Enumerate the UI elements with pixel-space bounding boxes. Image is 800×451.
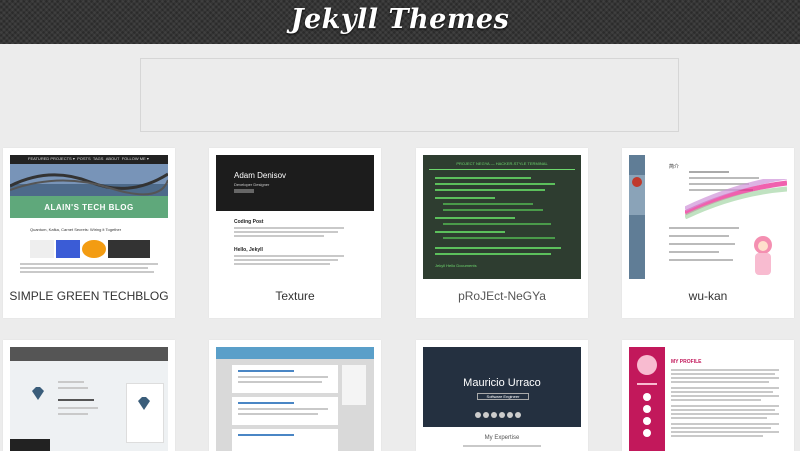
theme-thumbnail[interactable]: Adam Denisov Developer Designer Coding P…	[216, 155, 374, 279]
preview-footer: Jekyll Hello Documents	[435, 263, 477, 268]
theme-card-mauricio-urraco[interactable]: Mauricio Urraco Software Engineer My Exp…	[416, 340, 588, 451]
theme-name[interactable]: wu-kan	[622, 289, 794, 303]
theme-card-simple-green-techblog[interactable]: FEATURED PROJECTS ▾ POSTS TAGS ABOUT FOL…	[3, 148, 175, 318]
theme-card-wu-kan[interactable]: 简介 wu-kan	[622, 148, 794, 318]
preview-section-title: My Expertise	[484, 435, 520, 441]
preview-banner: ALAIN'S TECH BLOG	[10, 196, 168, 218]
preview-post-images	[30, 240, 150, 258]
preview-post-title: Quantum, Kafka, Carnet Secrets: Wiring i…	[30, 227, 122, 232]
preview-section-title: MY PROFILE	[671, 359, 702, 365]
preview-gem-icon	[32, 387, 44, 400]
theme-name[interactable]: pRoJEct-NeGYa	[416, 289, 588, 303]
preview-gem-icon-small	[138, 397, 150, 410]
preview-post-1: Coding Post	[234, 219, 264, 225]
preview-rainbow	[685, 179, 787, 219]
theme-card-5[interactable]	[3, 340, 175, 451]
theme-thumbnail[interactable]: Mauricio Urraco Software Engineer My Exp…	[423, 347, 581, 451]
ad-placeholder	[140, 58, 679, 132]
site-header: Jekyll Themes	[0, 0, 800, 44]
theme-card-texture[interactable]: Adam Denisov Developer Designer Coding P…	[209, 148, 381, 318]
theme-thumbnail[interactable]	[10, 347, 168, 451]
preview-heading: PROJECT NEGYA — HACKER-STYLE TERMINAL	[456, 161, 548, 166]
theme-thumbnail[interactable]: FEATURED PROJECTS ▾ POSTS TAGS ABOUT FOL…	[10, 155, 168, 279]
theme-thumbnail[interactable]: 简介	[629, 155, 787, 279]
theme-card-6[interactable]	[209, 340, 381, 451]
theme-thumbnail[interactable]: PROJECT NEGYA — HACKER-STYLE TERMINAL Je…	[423, 155, 581, 279]
theme-card-8[interactable]: MY PROFILE	[622, 340, 794, 451]
preview-nav-items: FEATURED PROJECTS ▾ POSTS TAGS ABOUT FOL…	[28, 156, 149, 161]
theme-name[interactable]: SIMPLE GREEN TECHBLOG	[3, 289, 175, 303]
preview-role: Software Engineer	[477, 393, 529, 400]
preview-hero: Mauricio Urraco Software Engineer	[423, 347, 581, 427]
preview-hero-image	[10, 164, 168, 196]
preview-post-2: Hello, Jekyll	[234, 247, 263, 253]
preview-author: Adam Denisov	[234, 171, 287, 180]
theme-thumbnail[interactable]: MY PROFILE	[629, 347, 787, 451]
preview-social-icons	[475, 405, 529, 418]
preview-banner-title: ALAIN'S TECH BLOG	[44, 203, 134, 212]
preview-role: Developer Designer	[234, 182, 270, 187]
preview-heading: 简介	[669, 164, 680, 170]
preview-sidebar	[629, 155, 645, 279]
theme-name[interactable]: Texture	[209, 289, 381, 303]
preview-author: Mauricio Urraco	[463, 377, 541, 389]
theme-thumbnail[interactable]	[216, 347, 374, 451]
preview-anime-figure	[754, 236, 772, 275]
theme-card-project-negya[interactable]: PROJECT NEGYA — HACKER-STYLE TERMINAL Je…	[416, 148, 588, 318]
site-title[interactable]: Jekyll Themes	[291, 4, 510, 35]
preview-hero: Adam Denisov Developer Designer	[216, 155, 374, 211]
preview-navbar: FEATURED PROJECTS ▾ POSTS TAGS ABOUT FOL…	[10, 155, 168, 164]
